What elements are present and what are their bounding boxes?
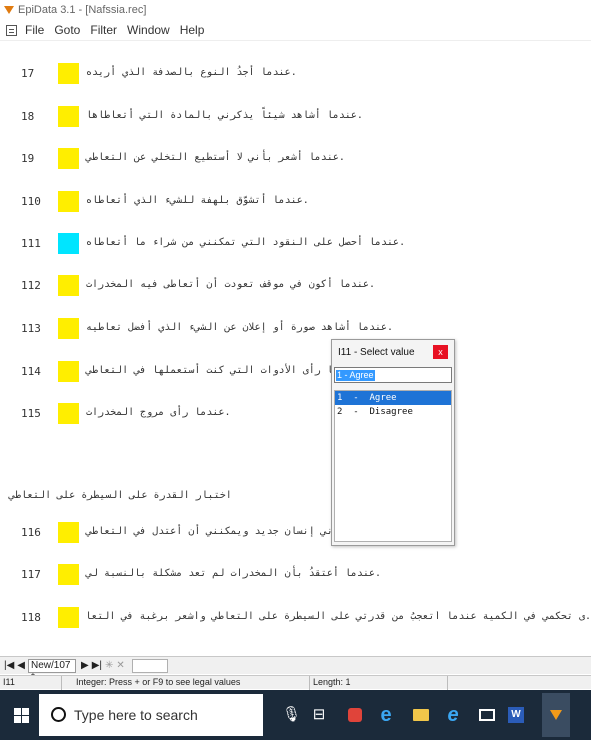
question-text: .عندما أشعر بأني لا أستطيع التخلي عن الت… [86,152,345,163]
question-number: 17 [21,67,35,80]
menu-bar: File Goto Filter Window Help [0,20,591,41]
answer-field[interactable] [58,318,79,339]
menu-help[interactable]: Help [180,23,205,37]
menu-file[interactable]: File [25,23,44,37]
question-number: 111 [21,237,41,250]
question-text: .عندما أعتقدُ بأن المخدرات لم تعد مشكلة … [86,568,382,579]
question-text: .عندما رأى الأدوات التي كنت أستعملها في … [86,365,363,376]
record-navigator: |◀ ◀ New/107 * ▶ ▶| ✳ ✕ [0,656,591,683]
answer-field[interactable] [58,361,79,382]
question-number: 110 [21,195,41,208]
value-input-text: 1 - Agree [336,370,375,381]
next-record-button[interactable]: ▶ [81,660,89,671]
epidata-taskbar-icon[interactable] [542,693,570,737]
task-view-icon[interactable]: ⊟ [310,706,328,724]
question-row: 118 .ى تحكمي في الكمية عندما أتعجبُ من ق… [0,607,591,629]
status-hint: Integer: Press + or F9 to see legal valu… [62,676,310,690]
question-text: .عندما أتشوّق بلهفة للشيء الذي أتعاطاه [86,195,309,206]
answer-field[interactable] [58,564,79,585]
question-number: 114 [21,365,41,378]
file-explorer-icon[interactable] [412,706,430,724]
last-record-button[interactable]: ▶| [92,660,102,671]
question-row: 114 .عندما رأى الأدوات التي كنت أستعملها… [0,361,591,383]
question-row: 117 .عندما أعتقدُ بأن المخدرات لم تعد مش… [0,564,591,586]
question-text: .ى تحكمي في الكمية عندما أتعجبُ من قدرتي… [86,611,591,622]
question-text: .عندما أشاهد صورة أو إعلان عن الشيء الذي… [86,322,394,333]
question-row: 116 .عندما أقتنع نفسي بأني إنسان جديد وي… [0,522,591,544]
section-heading: اختبار القدرة على السيطرة على التعاطي [9,490,232,501]
internet-explorer-icon[interactable]: e [444,705,462,725]
epidata-icon [4,5,14,15]
question-text: .عندما رأى مروج المخدرات [86,407,231,418]
question-text: .عندما أشاهد شيئاً يذكرني بالمادة التي أ… [86,110,363,121]
new-record-icon[interactable]: ✳ [105,660,113,671]
value-option-agree[interactable]: 1 - Agree [335,391,451,405]
status-bar: I11 Integer: Press + or F9 to see legal … [0,675,591,690]
question-row: 113 .عندما أشاهد صورة أو إعلان عن الشيء … [0,318,591,340]
cortana-icon [51,707,66,722]
value-input[interactable]: 1 - Agree [334,367,452,383]
answer-field[interactable] [58,63,79,84]
popup-title: I11 - Select value [338,347,415,358]
search-placeholder: Type here to search [74,707,198,723]
question-number: 19 [21,152,35,165]
value-option-disagree[interactable]: 2 - Disagree [335,405,451,419]
question-number: 18 [21,110,35,123]
word-icon[interactable]: W [507,706,525,724]
question-number: 112 [21,279,41,292]
question-number: 115 [21,407,41,420]
question-row: 19 .عندما أشعر بأني لا أستطيع التخلي عن … [0,148,591,170]
window-title: EpiData 3.1 - [Nafssia.rec] [18,4,147,16]
document-menu-icon[interactable] [6,24,17,36]
question-text: .عندما أحصل على النقود التي تمكنني من شر… [86,237,406,248]
question-row: 115 .عندما رأى مروج المخدرات [0,403,591,425]
windows-start-icon[interactable] [14,708,29,723]
question-row: 112 .عندما أكون في موقف تعودت أن أتعاطى … [0,275,591,297]
answer-field[interactable] [58,275,79,296]
answer-field-active[interactable] [58,233,79,254]
menu-filter[interactable]: Filter [90,23,117,37]
question-row: 17 .عندما أجدُ النوع بالصدفة الذي أريده [0,63,591,85]
windows-taskbar: Type here to search 🎙 ⊟ e e W [0,690,591,740]
question-number: 118 [21,611,41,624]
data-entry-form: 17 .عندما أجدُ النوع بالصدفة الذي أريده … [0,42,591,654]
question-number: 117 [21,568,41,581]
question-text: .عندما أجدُ النوع بالصدفة الذي أريده [86,67,297,78]
question-number: 113 [21,322,41,335]
mail-icon[interactable] [478,706,496,724]
answer-field[interactable] [58,106,79,127]
question-text: .عندما أكون في موقف تعودت أن أتعاطى فيه … [86,279,375,290]
edge-icon[interactable]: e [377,705,395,725]
menu-window[interactable]: Window [127,23,170,37]
answer-field[interactable] [58,148,79,169]
status-field-name: I11 [0,676,62,690]
microphone-icon[interactable]: 🎙 [282,706,301,724]
question-row: 110 .عندما أتشوّق بلهفة للشيء الذي أتعاط… [0,191,591,213]
store-app-icon[interactable] [346,706,364,724]
answer-field[interactable] [58,403,79,424]
question-number: 116 [21,526,41,539]
record-indicator[interactable]: New/107 * [28,658,76,683]
select-value-popup: I11 - Select value x 1 - Agree 1 - Agree… [331,339,455,546]
question-row: 111 .عندما أحصل على النقود التي تمكنني م… [0,233,591,255]
first-record-button[interactable]: |◀ [4,660,14,671]
answer-field[interactable] [58,191,79,212]
answer-field[interactable] [58,607,79,628]
question-row: 18 .عندما أشاهد شيئاً يذكرني بالمادة الت… [0,106,591,128]
title-bar: EpiData 3.1 - [Nafssia.rec] [0,0,591,20]
status-length: Length: 1 [310,676,448,690]
menu-goto[interactable]: Goto [54,23,80,37]
navigator-box [131,658,168,673]
close-button[interactable]: x [433,345,448,359]
prev-record-button[interactable]: ◀ [17,660,25,671]
answer-field[interactable] [58,522,79,543]
delete-record-icon[interactable]: ✕ [116,660,124,671]
taskbar-search-box[interactable]: Type here to search [39,694,263,736]
value-list: 1 - Agree 2 - Disagree [334,390,452,542]
